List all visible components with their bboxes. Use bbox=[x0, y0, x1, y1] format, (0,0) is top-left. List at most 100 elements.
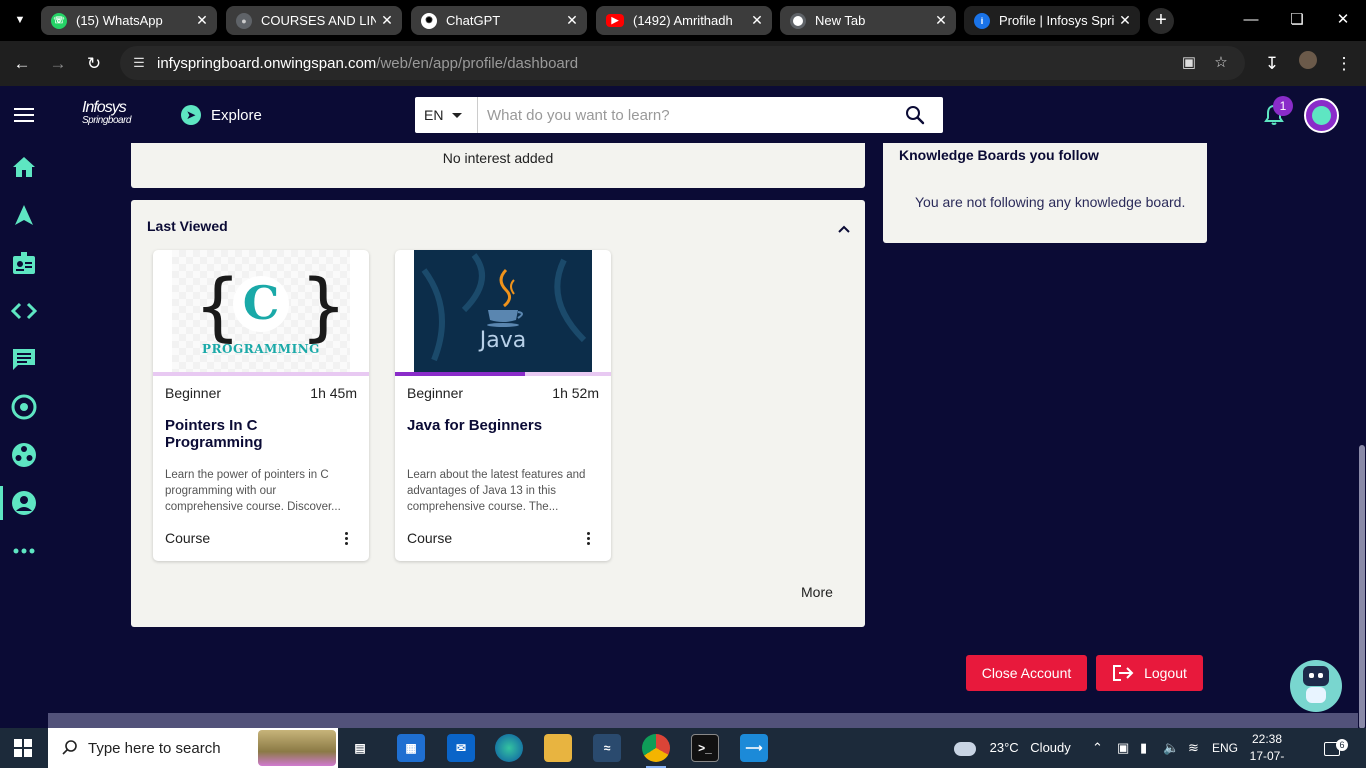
course-card[interactable]: Java Beginner 1h 52m Java for Beginners … bbox=[395, 250, 611, 561]
explore-button[interactable]: ➤ Explore bbox=[181, 105, 262, 125]
course-title[interactable]: Java for Beginners bbox=[407, 417, 599, 434]
course-type: Course bbox=[407, 530, 453, 546]
vscode-icon[interactable]: ⟶ bbox=[740, 734, 768, 762]
side-nav bbox=[0, 143, 48, 713]
tray-app-icon[interactable]: ▣ bbox=[1117, 728, 1129, 768]
battery-icon[interactable]: ▮ bbox=[1140, 728, 1147, 768]
course-card[interactable]: { } C PROGRAMMING Beginner 1h 45m Pointe… bbox=[153, 250, 369, 561]
community-icon[interactable] bbox=[10, 441, 38, 469]
badge-icon[interactable] bbox=[10, 249, 38, 277]
close-icon[interactable]: ✕ bbox=[191, 12, 213, 29]
chevron-up-icon[interactable] bbox=[836, 221, 852, 237]
chrome-icon bbox=[790, 12, 806, 29]
volume-icon[interactable]: 🔈 bbox=[1163, 728, 1179, 768]
minimize-icon[interactable]: — bbox=[1228, 0, 1274, 40]
chrome-taskbar-icon[interactable] bbox=[642, 734, 670, 768]
hamburger-menu-icon[interactable] bbox=[14, 108, 34, 126]
youtube-icon: ▶ bbox=[606, 14, 624, 27]
course-title[interactable]: Pointers In C Programming bbox=[165, 417, 357, 451]
logout-button[interactable]: Logout bbox=[1096, 655, 1203, 691]
kebab-menu-icon[interactable] bbox=[345, 532, 349, 546]
logout-icon bbox=[1113, 665, 1134, 681]
microsoft-store-icon[interactable]: ▦ bbox=[397, 734, 425, 762]
search-icon[interactable] bbox=[905, 105, 925, 125]
course-type: Course bbox=[165, 530, 211, 546]
interests-card: No interest added bbox=[131, 143, 865, 188]
last-viewed-title: Last Viewed bbox=[147, 218, 228, 234]
course-description: Learn about the latest features and adva… bbox=[407, 469, 586, 513]
course-thumbnail: Java bbox=[414, 250, 592, 372]
browser-tab-whatsapp[interactable]: ☏ (15) WhatsApp ✕ bbox=[41, 6, 217, 35]
mail-icon[interactable]: ✉ bbox=[447, 734, 475, 762]
input-language[interactable]: ENG bbox=[1212, 728, 1238, 768]
search-highlight-image bbox=[258, 730, 336, 766]
no-interest-text: No interest added bbox=[442, 150, 554, 166]
whatsapp-icon: ☏ bbox=[51, 12, 67, 29]
target-icon[interactable] bbox=[10, 393, 38, 421]
address-bar[interactable]: ☰ infyspringboard.onwingspan.com/web/en/… bbox=[120, 46, 1245, 80]
chevron-down-icon bbox=[452, 113, 462, 118]
profile-avatar-icon[interactable] bbox=[1295, 51, 1321, 77]
infosys-icon: i bbox=[974, 12, 990, 29]
edge-icon[interactable] bbox=[495, 734, 523, 762]
infosys-springboard-logo[interactable]: Infosys Springboard bbox=[82, 100, 132, 126]
forward-icon[interactable]: → bbox=[45, 51, 71, 77]
site-info-icon[interactable]: ☰ bbox=[130, 54, 148, 72]
language-select[interactable]: EN bbox=[415, 97, 478, 133]
notification-badge: 1 bbox=[1273, 96, 1293, 116]
taskbar-search-box[interactable]: Type here to search bbox=[48, 728, 338, 768]
browser-tab-profile[interactable]: i Profile | Infosys Springboard ✕ bbox=[964, 6, 1140, 35]
chrome-menu-icon[interactable]: ⋮ bbox=[1331, 51, 1357, 77]
course-thumbnail: { } C PROGRAMMING bbox=[172, 250, 350, 372]
close-icon[interactable]: ✕ bbox=[930, 12, 952, 29]
search-icon bbox=[62, 740, 77, 755]
chatbot-icon[interactable] bbox=[1290, 660, 1342, 712]
close-account-button[interactable]: Close Account bbox=[966, 655, 1087, 691]
chatgpt-icon: ✺ bbox=[421, 12, 437, 29]
knowledge-boards-card: Knowledge Boards you follow You are not … bbox=[883, 143, 1207, 243]
show-hidden-icons[interactable]: ⌃ bbox=[1092, 728, 1103, 768]
close-icon[interactable]: ✕ bbox=[376, 12, 398, 29]
back-icon[interactable]: ← bbox=[9, 51, 35, 77]
code-icon[interactable] bbox=[10, 297, 38, 325]
download-icon[interactable]: ↧ bbox=[1259, 51, 1285, 77]
reload-icon[interactable]: ↻ bbox=[81, 51, 107, 77]
page-scrollbar[interactable] bbox=[1358, 143, 1366, 729]
task-view-icon[interactable]: ▤ bbox=[346, 734, 374, 762]
browser-tab-youtube[interactable]: ▶ (1492) Amrithadh ✕ bbox=[596, 6, 772, 35]
browser-tab-courses[interactable]: ● COURSES AND LINKS ✕ bbox=[226, 6, 402, 35]
kebab-menu-icon[interactable] bbox=[587, 532, 591, 546]
new-tab-button[interactable]: + bbox=[1148, 8, 1174, 34]
browser-tab-chatgpt[interactable]: ✺ ChatGPT ✕ bbox=[411, 6, 587, 35]
navigate-icon[interactable] bbox=[10, 201, 38, 229]
weather-widget[interactable]: 23°C Cloudy bbox=[954, 728, 1071, 768]
close-icon[interactable]: ✕ bbox=[561, 12, 583, 29]
notification-center-icon[interactable]: 6 bbox=[1324, 728, 1348, 768]
home-icon[interactable] bbox=[10, 153, 38, 181]
mysql-workbench-icon[interactable]: ≈ bbox=[593, 734, 621, 762]
browser-tab-newtab[interactable]: New Tab ✕ bbox=[780, 6, 956, 35]
course-duration: 1h 45m bbox=[310, 385, 357, 401]
user-avatar[interactable] bbox=[1304, 98, 1339, 133]
app-header: Infosys Springboard ➤ Explore EN 1 bbox=[0, 86, 1366, 143]
taskbar-clock[interactable]: 22:38 17-07-2024 bbox=[1237, 731, 1297, 768]
restore-icon[interactable]: ❏ bbox=[1274, 0, 1320, 40]
knowledge-boards-empty-text: You are not following any knowledge boar… bbox=[915, 194, 1186, 210]
file-explorer-icon[interactable] bbox=[544, 734, 572, 762]
terminal-icon[interactable]: >_ bbox=[691, 734, 719, 762]
close-icon[interactable]: ✕ bbox=[746, 12, 768, 29]
course-level: Beginner bbox=[407, 385, 464, 401]
close-icon[interactable]: ✕ bbox=[1114, 12, 1136, 29]
tab-search-icon[interactable]: ▼ bbox=[8, 10, 32, 30]
profile-icon[interactable] bbox=[0, 486, 38, 520]
more-link[interactable]: More bbox=[801, 584, 833, 600]
windows-start-icon[interactable] bbox=[14, 739, 32, 757]
wifi-icon[interactable]: ≋ bbox=[1188, 728, 1199, 768]
window-close-icon[interactable]: ✕ bbox=[1320, 0, 1366, 40]
bookmark-star-icon[interactable]: ☆ bbox=[1210, 53, 1232, 73]
chat-icon[interactable] bbox=[10, 345, 38, 373]
more-icon[interactable] bbox=[10, 537, 38, 565]
url-text[interactable]: infyspringboard.onwingspan.com/web/en/ap… bbox=[157, 55, 578, 72]
search-input[interactable] bbox=[479, 97, 899, 133]
install-app-icon[interactable]: ▣ bbox=[1178, 53, 1200, 73]
